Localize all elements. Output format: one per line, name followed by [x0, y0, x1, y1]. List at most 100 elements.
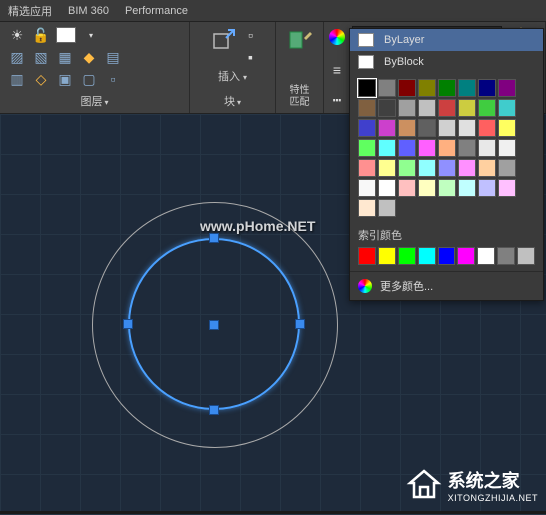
color-swatch[interactable]	[478, 139, 496, 157]
index-color-swatch[interactable]	[418, 247, 436, 265]
watermark-xitong: 系统之家 XITONGZHIJIA.NET	[406, 467, 538, 503]
index-color-swatch[interactable]	[457, 247, 475, 265]
color-swatch[interactable]	[418, 119, 436, 137]
grip-right[interactable]	[295, 319, 305, 329]
color-swatch[interactable]	[458, 99, 476, 117]
layer-tool-8[interactable]: ▣	[56, 70, 74, 88]
grip-bottom[interactable]	[209, 405, 219, 415]
color-swatch[interactable]	[358, 199, 376, 217]
grip-center[interactable]	[209, 320, 219, 330]
color-swatch[interactable]	[458, 139, 476, 157]
grip-top[interactable]	[209, 233, 219, 243]
color-swatch[interactable]	[358, 179, 376, 197]
layer-tool-9[interactable]: ▢	[80, 70, 98, 88]
ribbon-tabs: 精选应用 BIM 360 Performance	[0, 0, 546, 22]
block-tool-1[interactable]: ▫	[242, 26, 260, 44]
layers-panel: ☀ 🔓 ▾ ▨ ▧ ▦ ◆ ▤ ▥ ◇ ▣ ▢ ▫	[0, 22, 190, 113]
linetype-icon[interactable]: ┅	[328, 91, 346, 109]
layer-tool-2[interactable]: ▧	[32, 48, 50, 66]
byblock-label: ByBlock	[384, 56, 424, 68]
layer-tool-4[interactable]: ◆	[80, 48, 98, 66]
index-color-swatch[interactable]	[438, 247, 456, 265]
color-dropdown-panel: ByLayer ByBlock 索引颜色 更多颜色...	[349, 28, 544, 301]
layer-dd-icon[interactable]: ▾	[82, 26, 100, 44]
color-swatch[interactable]	[458, 79, 476, 97]
index-color-swatch[interactable]	[358, 247, 376, 265]
color-swatch[interactable]	[498, 119, 516, 137]
color-swatch[interactable]	[458, 159, 476, 177]
color-swatch[interactable]	[418, 159, 436, 177]
color-swatch[interactable]	[438, 79, 456, 97]
insert-icon[interactable]	[206, 26, 238, 58]
color-wheel-icon[interactable]	[328, 28, 346, 46]
grip-left[interactable]	[123, 319, 133, 329]
block-tool-2[interactable]: ▪	[242, 48, 260, 66]
color-swatch[interactable]	[418, 139, 436, 157]
byblock-swatch	[358, 55, 374, 69]
tab-bim360[interactable]: BIM 360	[68, 5, 109, 17]
tab-featured[interactable]: 精选应用	[8, 3, 52, 19]
color-swatch[interactable]	[438, 119, 456, 137]
color-swatch[interactable]	[378, 119, 396, 137]
color-swatch[interactable]	[398, 79, 416, 97]
color-swatch[interactable]	[398, 139, 416, 157]
color-swatch[interactable]	[498, 179, 516, 197]
match-props-icon[interactable]	[284, 26, 316, 58]
tab-performance[interactable]: Performance	[125, 5, 188, 17]
color-swatch[interactable]	[438, 99, 456, 117]
color-swatch[interactable]	[438, 179, 456, 197]
sun-icon[interactable]: ☀	[8, 26, 26, 44]
color-swatch[interactable]	[478, 119, 496, 137]
color-swatch[interactable]	[398, 179, 416, 197]
index-color-swatch[interactable]	[477, 247, 495, 265]
index-color-swatch[interactable]	[497, 247, 515, 265]
color-swatch[interactable]	[398, 99, 416, 117]
color-swatch[interactable]	[398, 119, 416, 137]
color-swatch[interactable]	[418, 79, 436, 97]
layer-tool-6[interactable]: ▥	[8, 70, 26, 88]
layer-tool-10[interactable]: ▫	[104, 70, 122, 88]
color-swatch[interactable]	[378, 199, 396, 217]
color-swatch[interactable]	[358, 139, 376, 157]
layer-input[interactable]	[56, 27, 76, 43]
color-swatch[interactable]	[478, 159, 496, 177]
index-color-swatch[interactable]	[398, 247, 416, 265]
color-swatch[interactable]	[378, 179, 396, 197]
color-swatch[interactable]	[358, 79, 376, 97]
house-logo-icon	[406, 467, 442, 503]
color-swatch[interactable]	[358, 119, 376, 137]
color-swatch[interactable]	[378, 79, 396, 97]
layer-tool-1[interactable]: ▨	[8, 48, 26, 66]
grid-hline	[0, 434, 546, 435]
color-swatch[interactable]	[358, 99, 376, 117]
color-swatch[interactable]	[378, 159, 396, 177]
color-swatch[interactable]	[378, 139, 396, 157]
color-swatch[interactable]	[498, 139, 516, 157]
color-swatch[interactable]	[438, 159, 456, 177]
color-swatch[interactable]	[498, 159, 516, 177]
layer-tool-3[interactable]: ▦	[56, 48, 74, 66]
color-swatch[interactable]	[478, 79, 496, 97]
color-swatch[interactable]	[478, 179, 496, 197]
color-swatch[interactable]	[438, 139, 456, 157]
color-swatch[interactable]	[358, 159, 376, 177]
dropdown-item-bylayer[interactable]: ByLayer	[350, 29, 543, 51]
color-swatch[interactable]	[458, 119, 476, 137]
color-swatch[interactable]	[498, 79, 516, 97]
color-swatch[interactable]	[418, 179, 436, 197]
color-swatch[interactable]	[498, 99, 516, 117]
dropdown-item-byblock[interactable]: ByBlock	[350, 51, 543, 73]
lineweight-icon[interactable]: ≡	[328, 61, 346, 79]
color-swatch[interactable]	[478, 99, 496, 117]
color-wheel-small-icon	[358, 279, 372, 293]
color-swatch[interactable]	[378, 99, 396, 117]
lock-icon[interactable]: 🔓	[32, 26, 50, 44]
more-colors-item[interactable]: 更多颜色...	[350, 271, 543, 300]
color-swatch[interactable]	[418, 99, 436, 117]
layer-tool-5[interactable]: ▤	[104, 48, 122, 66]
layer-tool-7[interactable]: ◇	[32, 70, 50, 88]
color-swatch[interactable]	[458, 179, 476, 197]
index-color-swatch[interactable]	[517, 247, 535, 265]
color-swatch[interactable]	[398, 159, 416, 177]
index-color-swatch[interactable]	[378, 247, 396, 265]
